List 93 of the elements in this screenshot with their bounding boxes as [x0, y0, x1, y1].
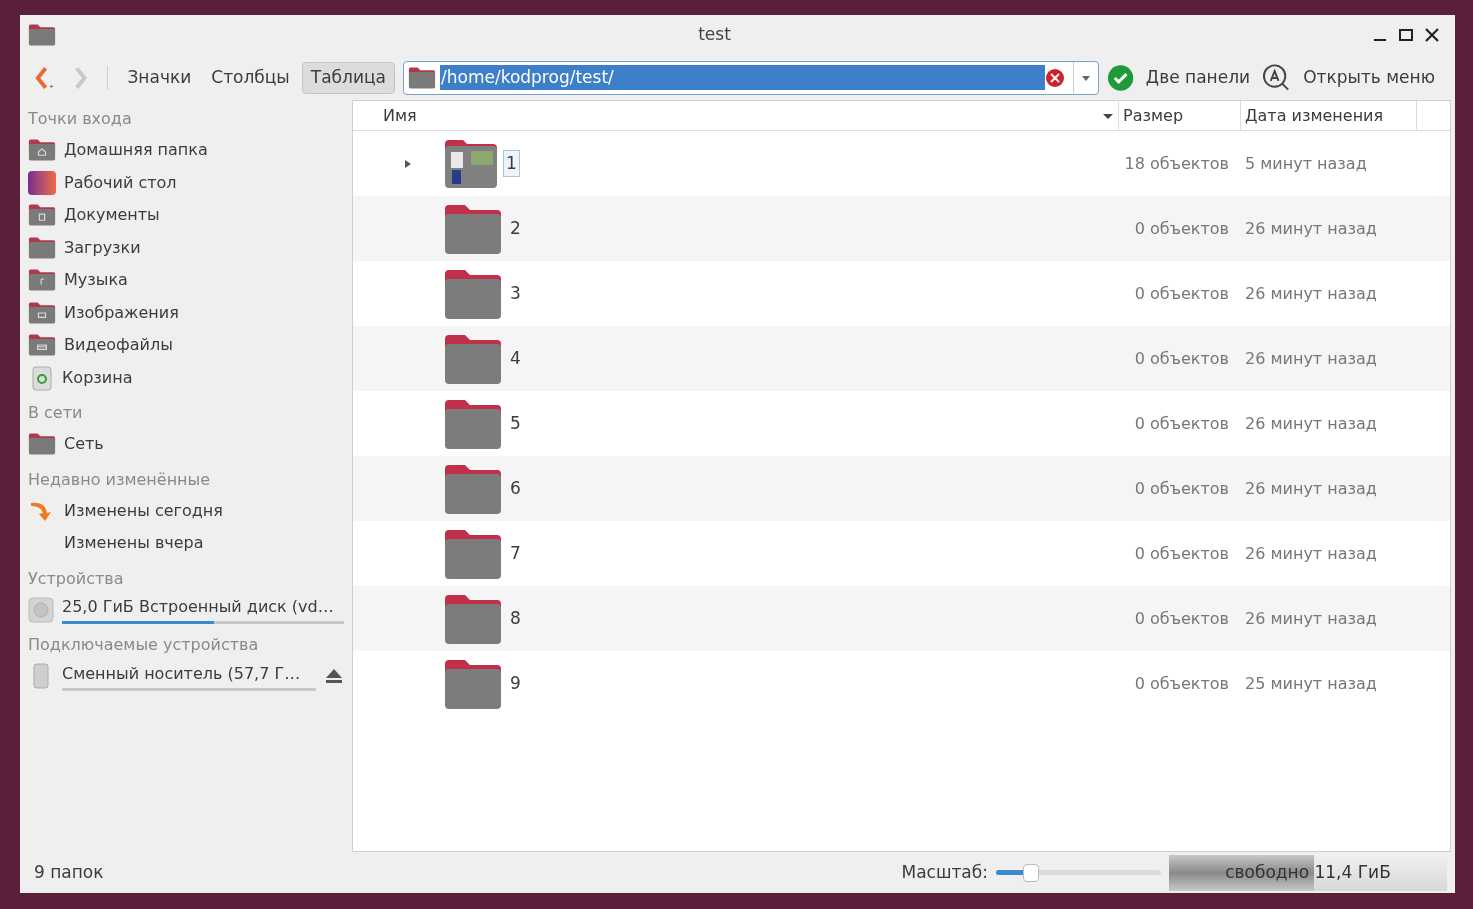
- folder-icon: [28, 432, 56, 457]
- folder-icon: [28, 333, 56, 358]
- clear-icon[interactable]: [1044, 67, 1065, 88]
- table-row[interactable]: 6 0 объектов 26 минут назад: [353, 456, 1450, 521]
- folder-icon: [443, 592, 503, 645]
- sidebar-item[interactable]: Изменены сегодня: [28, 494, 344, 527]
- sidebar-item[interactable]: Изменены вчера: [28, 527, 344, 560]
- table-cell-text: 0 объектов: [1133, 607, 1229, 630]
- desktop-icon: [28, 170, 56, 195]
- maximize-icon[interactable]: [1399, 28, 1413, 42]
- table-cell-text: 0 объектов: [1133, 477, 1229, 500]
- sidebar-item[interactable]: Музыка: [28, 264, 344, 297]
- folder-icon: [443, 332, 503, 385]
- sidebar-item[interactable]: Корзина: [28, 361, 344, 394]
- location-field[interactable]: /home/kodprog/test/: [403, 60, 1099, 95]
- file-name: 3: [509, 281, 522, 305]
- file-name: 9: [509, 671, 522, 695]
- table-cell-text: 0 объектов: [1133, 672, 1229, 695]
- folder-icon: [443, 462, 503, 515]
- sidebar-item[interactable]: Видеофайлы: [28, 329, 344, 362]
- view-mode-button[interactable]: Значки: [119, 61, 200, 94]
- table-cell-text: 26 минут назад: [1245, 412, 1377, 435]
- table-row[interactable]: 2 0 объектов 26 минут назад: [353, 196, 1450, 261]
- folder-icon: [443, 527, 503, 580]
- window-title: test: [697, 23, 732, 47]
- file-name: 7: [509, 541, 522, 565]
- table-row[interactable]: 9 0 объектов 25 минут назад: [353, 651, 1450, 716]
- table-cell-text: 18 объектов: [1123, 152, 1229, 175]
- folder-icon: [28, 300, 56, 325]
- file-name: 6: [509, 476, 522, 500]
- two-panels-button[interactable]: Две панели: [1137, 64, 1259, 91]
- table-cell-text: 0 объектов: [1133, 282, 1229, 305]
- table-cell-text: 0 объектов: [1133, 542, 1229, 565]
- table-cell-text: 25 минут назад: [1245, 672, 1377, 695]
- sidebar-section-title: Точки входа: [28, 108, 133, 130]
- sidebar-section-title: Устройства: [28, 567, 125, 590]
- file-name: 1: [503, 149, 520, 178]
- table-cell-text: 26 минут назад: [1245, 607, 1377, 630]
- table-cell-text: 0 объектов: [1133, 217, 1229, 240]
- table-row[interactable]: 7 0 объектов 26 минут назад: [353, 521, 1450, 586]
- folder-icon: [408, 65, 436, 90]
- file-name: 4: [509, 346, 522, 370]
- folder-icon: [28, 268, 56, 293]
- folder-icon: [443, 397, 503, 450]
- sidebar-item[interactable]: Документы: [28, 199, 344, 232]
- table-row[interactable]: 4 0 объектов 26 минут назад: [353, 326, 1450, 391]
- sidebar-item[interactable]: Рабочий стол: [28, 166, 344, 199]
- sidebar-item[interactable]: Загрузки: [28, 231, 344, 264]
- apply-check-icon[interactable]: [1106, 63, 1134, 92]
- open-menu-button[interactable]: Открыть меню: [1295, 64, 1443, 91]
- folder-icon: [28, 203, 56, 228]
- sidebar-section-title: Подключаемые устройства: [28, 634, 260, 656]
- status-summary: 9 папок: [34, 860, 105, 884]
- sidebar-section-title: В сети: [28, 402, 84, 424]
- sidebar-item[interactable]: 25,0 ГиБ Встроенный диск (vd…: [28, 593, 344, 626]
- view-mode-button[interactable]: Столбцы: [203, 61, 298, 94]
- file-name: 8: [509, 606, 522, 630]
- folder-icon: [443, 267, 503, 320]
- table-cell-text: 5 минут назад: [1245, 152, 1367, 175]
- folder-icon: [443, 657, 503, 710]
- folder-icon: [28, 138, 56, 163]
- table-row[interactable]: 8 0 объектов 26 минут назад: [353, 586, 1450, 651]
- zoom-label: Масштаб:: [901, 860, 988, 884]
- table-cell-text: 26 минут назад: [1245, 477, 1377, 500]
- table-cell-text: 26 минут назад: [1245, 217, 1377, 240]
- table-cell-text: 26 минут назад: [1245, 347, 1377, 370]
- folder-icon: [28, 235, 56, 260]
- table-cell-text: 0 объектов: [1133, 412, 1229, 435]
- zoom-slider[interactable]: [996, 863, 1161, 882]
- close-icon[interactable]: [1425, 28, 1439, 42]
- trash-icon: [30, 364, 54, 391]
- sidebar-item[interactable]: Домашняя папка: [28, 134, 344, 167]
- table-cell-text: 0 объектов: [1133, 347, 1229, 370]
- sidebar-item[interactable]: Сеть: [28, 428, 344, 461]
- folder-icon: [28, 23, 56, 47]
- column-header[interactable]: Размер: [1119, 101, 1241, 130]
- file-name: 5: [509, 411, 522, 435]
- table-cell-text: 26 минут назад: [1245, 542, 1377, 565]
- file-name: 2: [509, 216, 522, 240]
- expand-arrow-icon[interactable]: [404, 158, 412, 169]
- view-mode-button[interactable]: Таблица: [301, 61, 395, 94]
- table-row[interactable]: 5 0 объектов 26 минут назад: [353, 391, 1450, 456]
- table-row[interactable]: 3 0 объектов 26 минут назад: [353, 261, 1450, 326]
- sidebar-item[interactable]: Изображения: [28, 296, 344, 329]
- table-cell-text: 26 минут назад: [1245, 282, 1377, 305]
- folder-icon: [443, 202, 503, 255]
- sidebar-section-title: Недавно изменённые: [28, 468, 212, 491]
- folder-thumbnails-icon: [443, 137, 499, 190]
- column-header[interactable]: Дата изменения: [1241, 101, 1417, 130]
- table-row[interactable]: 1 18 объектов 5 минут назад: [353, 131, 1450, 196]
- column-header[interactable]: Имя: [379, 101, 1119, 130]
- free-space-bar: свободно 11,4 ГиБ: [1169, 854, 1447, 891]
- sidebar-item[interactable]: Сменный носитель (57,7 Г…: [28, 660, 344, 693]
